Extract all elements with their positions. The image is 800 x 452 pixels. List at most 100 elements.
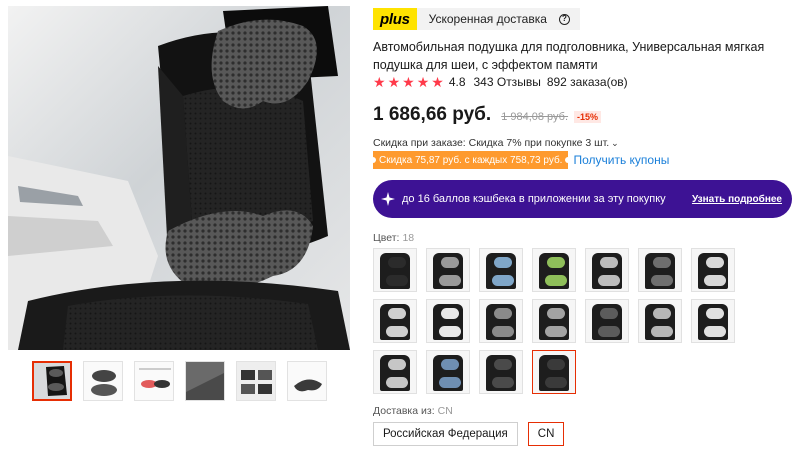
swatch-neck-pillow [653,308,671,319]
current-price: 1 686,66 руб. [373,104,492,125]
color-swatch[interactable] [479,350,523,394]
swatch-lumbar-pillow [651,275,673,286]
color-swatch[interactable] [426,350,470,394]
swatch-lumbar-pillow [439,377,461,388]
rating-row: ★ ★ ★ ★ ★ 4.8 343 Отзывы 892 заказа(ов) [373,75,628,89]
swatch-lumbar-pillow [492,326,514,337]
gallery-thumb[interactable] [287,361,327,401]
gallery-thumb[interactable] [185,361,225,401]
color-swatch[interactable] [373,248,417,292]
swatch-neck-pillow [706,257,724,268]
color-swatch[interactable] [479,299,523,343]
swatch-lumbar-pillow [492,275,514,286]
swatch-lumbar-pillow [598,326,620,337]
ship-from-label-text: Доставка из: [373,405,435,417]
old-price: 1 984,08 руб. [501,111,569,123]
swatch-lumbar-pillow [651,326,673,337]
color-swatch[interactable] [585,248,629,292]
swatch-neck-pillow [600,308,618,319]
learn-more-link[interactable]: Узнать подробнее [692,194,782,205]
ship-from-option[interactable]: CN [527,422,565,446]
swatch-lumbar-pillow [386,326,408,337]
color-swatch[interactable] [638,248,682,292]
swatch-neck-pillow [600,257,618,268]
color-label: Цвет: 18 [373,232,414,244]
swatch-lumbar-pillow [545,326,567,337]
swatch-neck-pillow [547,308,565,319]
orders-count: 892 заказа(ов) [546,75,628,89]
color-swatch[interactable] [638,299,682,343]
discount-badge: -15% [574,111,602,123]
color-label-text: Цвет: [373,232,400,244]
star-icon: ★ [416,74,430,90]
swatch-neck-pillow [494,359,512,370]
swatch-neck-pillow [653,257,671,268]
star-icon: ★ [431,74,444,90]
color-swatch[interactable] [691,299,735,343]
fast-delivery-text: Ускоренная доставка [428,12,547,26]
gallery-thumb[interactable] [32,361,72,401]
color-swatch[interactable] [373,350,417,394]
ship-from-label: Доставка из: CN [373,405,453,417]
swatch-lumbar-pillow [386,377,408,388]
swatch-lumbar-pillow [545,377,567,388]
sparkle-icon [381,192,395,206]
color-swatch[interactable] [532,248,576,292]
color-swatch[interactable] [426,248,470,292]
swatch-neck-pillow [547,257,565,268]
swatch-lumbar-pillow [386,275,408,286]
color-swatch[interactable] [426,299,470,343]
color-swatch[interactable] [691,248,735,292]
help-icon[interactable]: ? [558,13,570,25]
swatch-neck-pillow [388,359,406,370]
order-discount-text: Скидка при заказе: Скидка 7% при покупке… [373,137,610,149]
ship-from-options: Российская Федерация CN [373,422,565,446]
coupon-tag: Скидка 75,87 руб. с каждых 758,73 руб. [369,151,572,169]
order-discount-dropdown[interactable]: Скидка при заказе: Скидка 7% при покупке… [373,137,619,149]
fast-delivery-badge: plus Ускоренная доставка ? [373,8,580,30]
get-coupons-link[interactable]: Получить купоны [573,153,669,167]
reviews-link[interactable]: 343 Отзывы [474,75,541,89]
ship-from-value: CN [437,405,453,417]
star-icon: ★ [387,74,401,90]
swatch-neck-pillow [706,308,724,319]
color-swatch[interactable] [532,350,576,394]
color-swatch-grid [373,248,735,394]
color-swatch[interactable] [373,299,417,343]
rating-stars[interactable]: ★ ★ ★ ★ ★ [373,75,444,89]
color-count: 18 [402,232,415,244]
coupon-row: Скидка 75,87 руб. с каждых 758,73 руб. П… [369,151,669,169]
price-row: 1 686,66 руб. 1 984,08 руб. -15% [373,104,602,126]
swatch-neck-pillow [388,308,406,319]
swatch-neck-pillow [441,257,459,268]
gallery-thumbnails [32,361,327,401]
swatch-neck-pillow [494,308,512,319]
swatch-lumbar-pillow [704,326,726,337]
product-main-image[interactable] [8,6,350,350]
swatch-neck-pillow [494,257,512,268]
star-icon: ★ [373,74,386,90]
swatch-lumbar-pillow [598,275,620,286]
swatch-lumbar-pillow [492,377,514,388]
rating-value: 4.8 [448,75,466,89]
swatch-lumbar-pillow [545,275,567,286]
swatch-neck-pillow [388,257,406,268]
swatch-neck-pillow [441,308,459,319]
cashback-banner[interactable]: до 16 баллов кэшбека в приложении за эту… [373,180,792,218]
swatch-lumbar-pillow [439,326,461,337]
cashback-text: до 16 баллов кэшбека в приложении за эту… [402,193,666,205]
product-title: Автомобильная подушка для подголовника, … [373,40,765,72]
gallery-thumb[interactable] [134,361,174,401]
color-swatch[interactable] [479,248,523,292]
swatch-neck-pillow [547,359,565,370]
car-seat-illustration [8,6,350,350]
swatch-neck-pillow [441,359,459,370]
swatch-lumbar-pillow [439,275,461,286]
swatch-lumbar-pillow [704,275,726,286]
ship-from-option[interactable]: Российская Федерация [373,422,518,446]
gallery-thumb[interactable] [83,361,123,401]
plus-logo: plus [373,8,417,30]
gallery-thumb[interactable] [236,361,276,401]
color-swatch[interactable] [532,299,576,343]
color-swatch[interactable] [585,299,629,343]
